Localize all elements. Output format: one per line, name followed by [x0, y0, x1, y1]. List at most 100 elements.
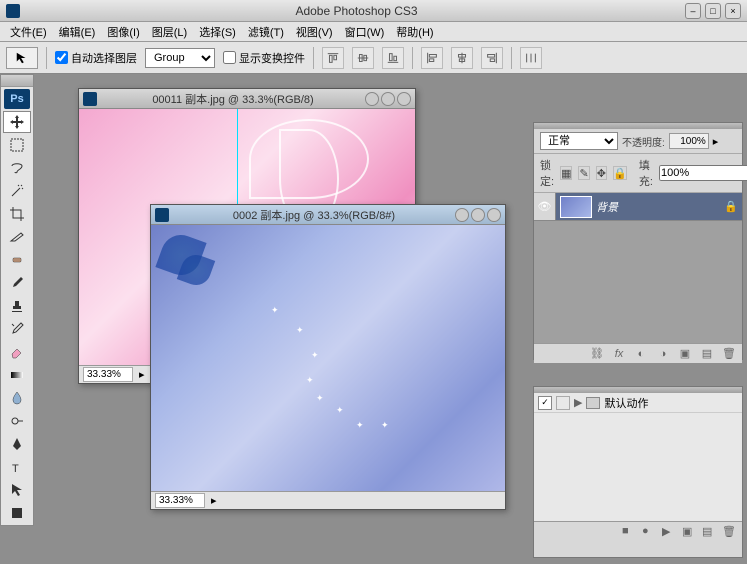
menu-edit[interactable]: 编辑(E) [53, 22, 102, 42]
align-hcenter-icon[interactable] [451, 47, 473, 69]
layers-lock-row: 锁定: ▦ ✎ ✥ 🔒 填充: ▸ [534, 154, 742, 193]
doc2-maximize[interactable] [471, 208, 485, 222]
blur-tool[interactable] [3, 387, 31, 409]
doc2-title: 0002 副本.jpg @ 33.3%(RGB/8#) [173, 207, 455, 223]
lock-image-icon[interactable]: ✎ [578, 166, 589, 180]
actions-panel: ✓ ▶ 默认动作 ■ ● ▶ ▣ ▤ 🗑 [533, 386, 743, 558]
toolbox: Ps T [0, 74, 34, 526]
heal-tool[interactable] [3, 249, 31, 271]
align-left-icon[interactable] [421, 47, 443, 69]
doc1-titlebar[interactable]: 00011 副本.jpg @ 33.3%(RGB/8) [79, 89, 415, 109]
doc2-status-bar: ▸ [151, 491, 505, 509]
new-layer-icon[interactable]: ▤ [698, 346, 716, 362]
doc1-close[interactable] [397, 92, 411, 106]
doc2-info-icon[interactable]: ▸ [211, 494, 217, 507]
gradient-tool[interactable] [3, 364, 31, 386]
doc2-minimize[interactable] [455, 208, 469, 222]
action-dialog-toggle[interactable] [556, 396, 570, 410]
expand-icon[interactable]: ▶ [574, 396, 582, 409]
delete-action-icon[interactable]: 🗑 [722, 525, 736, 539]
lock-all-icon[interactable]: 🔒 [613, 166, 627, 180]
doc1-maximize[interactable] [381, 92, 395, 106]
doc2-canvas[interactable]: ✦ ✦ ✦ ✦ ✦ ✦ ✦ ✦ [151, 225, 505, 491]
layer-row[interactable]: 👁 背景 🔒 [534, 193, 742, 221]
action-set-row[interactable]: ✓ ▶ 默认动作 [534, 393, 742, 413]
eraser-tool[interactable] [3, 341, 31, 363]
lasso-tool[interactable] [3, 157, 31, 179]
auto-select-checkbox[interactable]: 自动选择图层 [55, 50, 137, 66]
layer-name[interactable]: 背景 [596, 199, 724, 215]
history-brush-tool[interactable] [3, 318, 31, 340]
align-vcenter-icon[interactable] [352, 47, 374, 69]
doc1-info-icon[interactable]: ▸ [139, 368, 145, 381]
menu-file[interactable]: 文件(E) [4, 22, 53, 42]
layer-fx-icon[interactable]: fx [610, 346, 628, 362]
svg-text:T: T [12, 463, 19, 475]
blend-mode-select[interactable]: 正常 [540, 132, 618, 150]
link-layers-icon[interactable]: ⛓ [588, 346, 606, 362]
doc1-title: 00011 副本.jpg @ 33.3%(RGB/8) [101, 91, 365, 107]
lock-transparency-icon[interactable]: ▦ [560, 166, 572, 180]
adjustment-layer-icon[interactable]: ◑ [654, 346, 672, 362]
show-transform-input[interactable] [223, 51, 236, 64]
layer-visibility-icon[interactable]: 👁 [534, 193, 556, 220]
doc1-minimize[interactable] [365, 92, 379, 106]
stop-action-icon[interactable]: ■ [622, 525, 636, 539]
menu-filter[interactable]: 滤镜(T) [242, 22, 290, 42]
opacity-flyout-icon[interactable]: ▸ [713, 135, 719, 148]
type-tool[interactable]: T [3, 456, 31, 478]
menu-view[interactable]: 视图(V) [290, 22, 339, 42]
fill-input[interactable] [659, 165, 747, 181]
path-select-tool[interactable] [3, 479, 31, 501]
brush-tool[interactable] [3, 272, 31, 294]
align-top-icon[interactable] [322, 47, 344, 69]
align-bottom-icon[interactable] [382, 47, 404, 69]
menu-window[interactable]: 窗口(W) [339, 22, 391, 42]
doc2-close[interactable] [487, 208, 501, 222]
distribute-icon[interactable] [520, 47, 542, 69]
auto-select-input[interactable] [55, 51, 68, 64]
close-button[interactable]: × [725, 3, 741, 19]
current-tool-indicator[interactable] [6, 47, 38, 69]
layer-group-icon[interactable]: ▣ [676, 346, 694, 362]
dodge-tool[interactable] [3, 410, 31, 432]
maximize-button[interactable]: □ [705, 3, 721, 19]
document-window-2[interactable]: 0002 副本.jpg @ 33.3%(RGB/8#) ✦ ✦ ✦ ✦ ✦ ✦ … [150, 204, 506, 510]
layers-footer: ⛓ fx ◐ ◑ ▣ ▤ 🗑 [534, 343, 742, 363]
menu-image[interactable]: 图像(I) [101, 22, 145, 42]
fill-label: 填充: [639, 157, 653, 189]
options-bar: 自动选择图层 Group 显示变换控件 [0, 42, 747, 74]
menu-layer[interactable]: 图层(L) [146, 22, 193, 42]
menu-select[interactable]: 选择(S) [193, 22, 242, 42]
slice-tool[interactable] [3, 226, 31, 248]
lock-position-icon[interactable]: ✥ [596, 166, 607, 180]
opacity-input[interactable] [669, 133, 709, 149]
layer-mask-icon[interactable]: ◐ [632, 346, 650, 362]
marquee-tool[interactable] [3, 134, 31, 156]
minimize-button[interactable]: – [685, 3, 701, 19]
shape-tool[interactable] [3, 502, 31, 524]
workspace: Ps T 00011 副本.jpg @ 33.3%(RGB/8) [0, 74, 747, 564]
new-action-icon[interactable]: ▤ [702, 525, 716, 539]
show-transform-checkbox[interactable]: 显示变换控件 [223, 50, 305, 66]
doc1-zoom-input[interactable] [83, 367, 133, 382]
group-select[interactable]: Group [145, 48, 215, 68]
align-right-icon[interactable] [481, 47, 503, 69]
doc2-zoom-input[interactable] [155, 493, 205, 508]
pen-tool[interactable] [3, 433, 31, 455]
layers-list[interactable]: 👁 背景 🔒 [534, 193, 742, 343]
doc2-titlebar[interactable]: 0002 副本.jpg @ 33.3%(RGB/8#) [151, 205, 505, 225]
action-enabled-checkbox[interactable]: ✓ [538, 396, 552, 410]
stamp-tool[interactable] [3, 295, 31, 317]
new-set-icon[interactable]: ▣ [682, 525, 696, 539]
play-action-icon[interactable]: ▶ [662, 525, 676, 539]
record-action-icon[interactable]: ● [642, 525, 656, 539]
menu-help[interactable]: 帮助(H) [390, 22, 439, 42]
wand-tool[interactable] [3, 180, 31, 202]
move-tool[interactable] [3, 111, 31, 133]
crop-tool[interactable] [3, 203, 31, 225]
delete-layer-icon[interactable]: 🗑 [720, 346, 738, 362]
layer-thumbnail[interactable] [560, 196, 592, 218]
actions-list[interactable]: ✓ ▶ 默认动作 [534, 393, 742, 521]
toolbox-header[interactable] [1, 75, 33, 87]
